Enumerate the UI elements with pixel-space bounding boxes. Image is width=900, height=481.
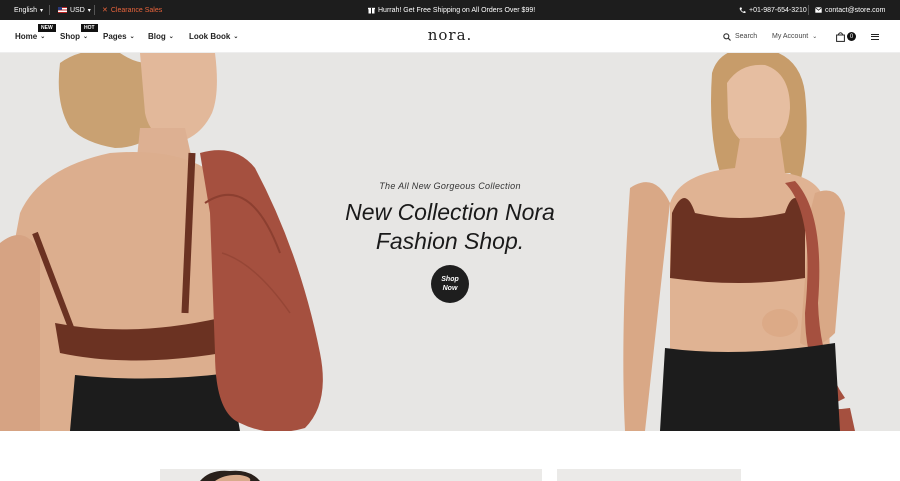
top-bar: English ▾ USD ▾ ✕ Clearance Sales Hurrah…: [0, 0, 900, 20]
chevron-down-icon: ▾: [39, 7, 43, 14]
search-button[interactable]: Search: [723, 20, 757, 53]
chevron-down-icon: ⌄: [812, 34, 818, 40]
gift-icon: [368, 7, 375, 14]
phone-link[interactable]: +01-987-654-3210: [739, 0, 807, 20]
promo-banner: Hurrah! Get Free Shipping on All Orders …: [368, 0, 535, 20]
promo-text: Hurrah! Get Free Shipping on All Orders …: [378, 6, 536, 14]
cart-icon: [836, 31, 845, 42]
search-label: Search: [735, 33, 758, 40]
divider: [94, 5, 95, 15]
search-icon: [723, 32, 731, 41]
site-logo[interactable]: nora.: [0, 26, 900, 44]
email-link[interactable]: contact@store.com: [815, 0, 885, 20]
hero-headline-line1: New Collection Nora: [345, 199, 555, 225]
shop-now-label-line2: Now: [442, 285, 458, 292]
collection-card[interactable]: [160, 469, 542, 481]
collection-card-image: [200, 470, 260, 481]
main-header: Home ⌄ NEW Shop ⌄ HOT Pages ⌄ Blog ⌄ Loo…: [0, 20, 900, 53]
menu-button[interactable]: [871, 20, 879, 53]
clearance-link[interactable]: ✕ Clearance Sales: [102, 0, 162, 20]
cart-count-badge: 0: [847, 32, 856, 41]
email-address: contact@store.com: [825, 6, 886, 14]
menu-icon: [871, 33, 879, 40]
language-selector[interactable]: English ▾: [14, 0, 43, 20]
hero-tagline: The All New Gorgeous Collection: [379, 181, 521, 191]
shop-now-label-line1: Shop: [441, 276, 459, 283]
account-menu[interactable]: My Account ⌄: [772, 20, 817, 53]
hero-headline-line2: Fashion Shop.: [375, 228, 525, 254]
phone-number: +01-987-654-3210: [749, 6, 807, 14]
phone-icon: [739, 7, 746, 13]
cart-button[interactable]: 0: [836, 20, 856, 53]
clearance-label: Clearance Sales: [110, 6, 163, 14]
mail-icon: [815, 7, 822, 13]
divider: [49, 5, 50, 15]
chevron-down-icon: ▾: [87, 7, 91, 14]
shop-now-button[interactable]: Shop Now: [431, 265, 469, 303]
collection-section: [0, 431, 900, 481]
hero-headline: New Collection Nora Fashion Shop.: [0, 198, 900, 256]
currency-selector[interactable]: USD ▾: [58, 0, 91, 20]
collection-card[interactable]: [557, 469, 741, 481]
currency-label: USD: [70, 6, 85, 14]
hero-banner: The All New Gorgeous Collection New Coll…: [0, 53, 900, 431]
divider: [808, 5, 809, 15]
percent-icon: ✕: [102, 7, 108, 14]
account-label: My Account: [772, 33, 809, 40]
flag-us-icon: [58, 7, 67, 13]
language-label: English: [14, 6, 37, 14]
